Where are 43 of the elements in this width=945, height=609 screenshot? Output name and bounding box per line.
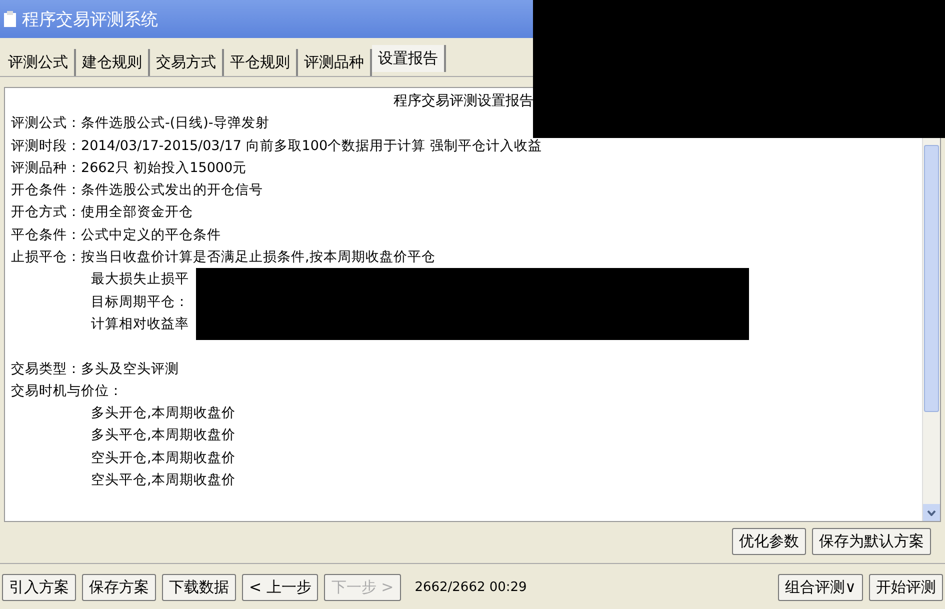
tab[interactable]: 平仓规则	[224, 49, 298, 76]
toolbar-button[interactable]: 引入方案	[2, 574, 76, 601]
progress-status: 2662/2662 00:29	[414, 580, 527, 595]
report-text: 目标周期平仓：	[91, 292, 189, 312]
report-text: 2662只 初始投入15000元	[81, 158, 247, 178]
report-text: 空头开仓,本周期收盘价	[91, 448, 236, 468]
action-button[interactable]: 优化参数	[732, 528, 806, 555]
toolbar-button[interactable]: < 上一步	[242, 574, 318, 601]
report-label: 交易时机与价位：	[11, 382, 123, 401]
clipboard-icon	[4, 11, 16, 27]
report-text: 计算相对收益率	[91, 314, 189, 334]
report-label: 开仓条件：	[11, 181, 81, 200]
toolbar-button[interactable]: 下载数据	[162, 574, 236, 601]
report-text: 多头及空头评测	[81, 360, 179, 379]
report-text: 最大损失止损平	[91, 270, 189, 290]
report-text: 条件选股公式发出的开仓信号	[81, 181, 263, 200]
report-label: 开仓方式：	[11, 203, 81, 222]
window-title: 程序交易评测系统	[22, 8, 158, 30]
tab[interactable]: 评测公式	[2, 49, 76, 76]
toolbar-button[interactable]: 开始评测	[869, 574, 943, 601]
report-label: 交易类型：	[11, 360, 81, 379]
report-label: 评测品种：	[11, 158, 81, 178]
action-button[interactable]: 保存为默认方案	[812, 528, 931, 555]
toolbar-button[interactable]: 保存方案	[82, 574, 156, 601]
tab[interactable]: 交易方式	[150, 49, 224, 76]
tab[interactable]: 建仓规则	[76, 49, 150, 76]
report-text: 2014/03/17-2015/03/17 向前多取100个数据用于计算 强制平仓计入收益	[81, 136, 542, 156]
report-text: 多头开仓,本周期收盘价	[91, 404, 236, 424]
report-label: 止损平仓：	[11, 248, 81, 268]
report-label: 平仓条件：	[11, 226, 81, 245]
report-text: 使用全部资金开仓	[81, 203, 193, 222]
report-text: 按当日收盘价计算是否满足止损条件,按本周期收盘价平仓	[81, 248, 436, 268]
report-label: 评测时段：	[11, 136, 81, 156]
report-text: 公式中定义的平仓条件	[81, 226, 221, 245]
toolbar-button[interactable]: 组合评测∨	[778, 574, 863, 601]
report-text: 多头平仓,本周期收盘价	[91, 426, 236, 446]
tab[interactable]: 设置报告	[372, 45, 446, 72]
report-text: 空头平仓,本周期收盘价	[91, 471, 236, 490]
report-text: 条件选股公式-(日线)-导弹发射	[81, 114, 270, 134]
scrollbar-thumb[interactable]	[924, 145, 939, 412]
report-title: 程序交易评测设置报告	[392, 92, 534, 111]
report-label: 评测公式：	[11, 114, 81, 134]
scroll-down-icon[interactable]	[923, 504, 940, 521]
